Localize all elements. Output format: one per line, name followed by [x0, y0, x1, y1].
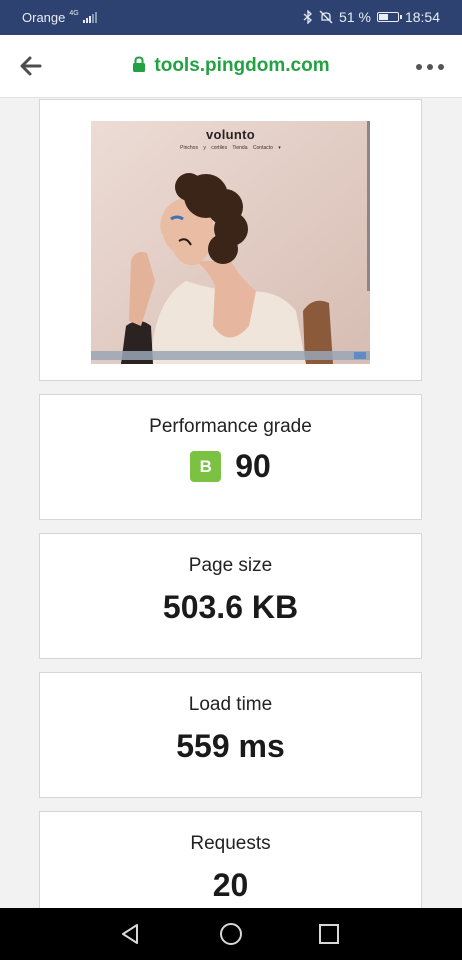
- nav-back-icon[interactable]: [119, 922, 143, 946]
- clock: 18:54: [404, 9, 440, 25]
- screenshot-scrollbar: [367, 121, 370, 291]
- page-size-card: Page size 503.6 KB: [39, 533, 422, 659]
- load-time-value: 559 ms: [176, 728, 285, 764]
- battery-fill: [378, 14, 388, 20]
- status-right: 51 % 18:54: [303, 9, 440, 25]
- grade-badge: B: [190, 451, 222, 482]
- requests-card: Requests 20: [39, 811, 422, 908]
- carrier-name: Orange: [22, 10, 66, 25]
- screenshot-card: volunto Pinchos y cortiles Tienda Contac…: [39, 99, 422, 381]
- page-size-label: Page size: [188, 555, 273, 576]
- nav-recents-icon[interactable]: [317, 922, 341, 946]
- battery-icon: [376, 12, 402, 22]
- status-left: Orange 4G: [22, 10, 97, 25]
- performance-score: 90: [235, 448, 271, 484]
- load-time-label: Load time: [188, 694, 273, 715]
- mute-icon: [319, 10, 333, 24]
- browser-toolbar: tools.pingdom.com: [0, 35, 462, 98]
- address-bar[interactable]: tools.pingdom.com: [0, 55, 462, 77]
- performance-grade-label: Performance grade: [149, 416, 312, 437]
- signal-icon: [82, 12, 97, 23]
- performance-grade-row: B 90: [40, 448, 421, 485]
- requests-label: Requests: [190, 833, 271, 854]
- site-nav-item: Contacto: [252, 145, 273, 151]
- cookie-banner: [91, 351, 370, 360]
- site-nav: Pinchos y cortiles Tienda Contacto ▾: [91, 145, 370, 151]
- network-type: 4G: [69, 10, 79, 17]
- lock-icon: [133, 56, 146, 72]
- performance-grade-card: Performance grade B 90: [39, 394, 422, 520]
- page-size-value: 503.6 KB: [162, 589, 299, 625]
- site-nav-item: Tienda: [232, 145, 248, 151]
- site-nav-item: Pinchos y cortiles: [180, 145, 228, 151]
- status-bar: Orange 4G 51 % 18:54: [0, 0, 462, 35]
- site-screenshot: volunto Pinchos y cortiles Tienda Contac…: [91, 121, 370, 364]
- bluetooth-icon: [303, 10, 312, 24]
- more-horizontal-icon[interactable]: [416, 64, 444, 70]
- battery-percent: 51 %: [339, 9, 371, 25]
- page-content: volunto Pinchos y cortiles Tienda Contac…: [0, 97, 462, 908]
- load-time-card: Load time 559 ms: [39, 672, 422, 798]
- screenshot-photo: [91, 121, 370, 364]
- cookie-accept-button: [354, 352, 366, 359]
- site-logo: volunto: [205, 127, 256, 142]
- url-text: tools.pingdom.com: [154, 55, 330, 76]
- system-nav-bar: [0, 908, 462, 960]
- nav-home-icon[interactable]: [219, 922, 243, 946]
- site-nav-item: ▾: [278, 145, 281, 151]
- requests-value: 20: [212, 867, 249, 903]
